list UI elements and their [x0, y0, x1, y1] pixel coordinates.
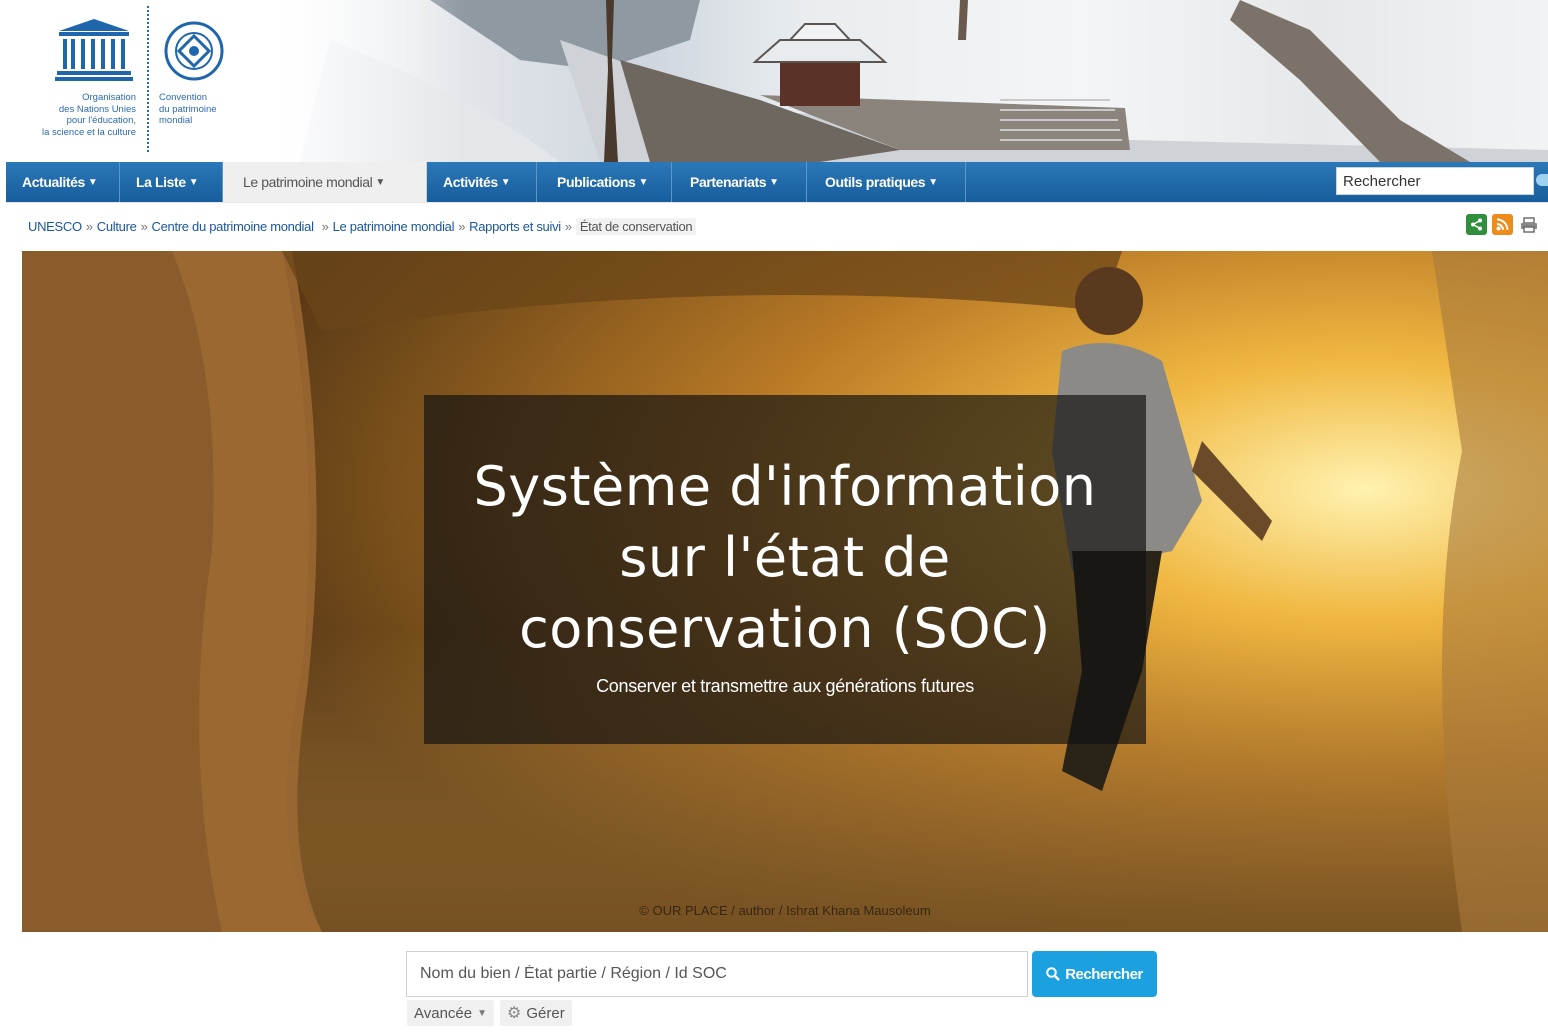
breadcrumb-centre-du-patrimoine-mondial[interactable]: Centre du patrimoine mondial — [152, 219, 314, 234]
hero-title: Système d'information sur l'état de cons… — [473, 455, 1097, 660]
nav-item-le-patrimoine-mondial[interactable]: Le patrimoine mondial ▼ — [223, 162, 427, 202]
hero-banner: Système d'information sur l'état de cons… — [22, 251, 1548, 932]
hero-title-box: Système d'information sur l'état de cons… — [424, 395, 1146, 744]
chevron-down-icon: ▼ — [477, 1007, 488, 1019]
soc-search-button[interactable]: Rechercher — [1032, 951, 1157, 997]
chevron-down-icon: ▼ — [87, 176, 98, 188]
search-options: Avancée ▼ ⚙ Gérer — [407, 1000, 572, 1026]
gear-icon: ⚙ — [507, 1005, 522, 1022]
site-search-input[interactable] — [1336, 167, 1534, 195]
chevron-down-icon: ▼ — [188, 176, 199, 188]
nav-item-activites[interactable]: Activités ▼ — [427, 162, 537, 202]
search-icon — [1046, 967, 1061, 981]
breadcrumb-le-patrimoine-mondial[interactable]: Le patrimoine mondial — [333, 219, 455, 234]
manage-button[interactable]: ⚙ Gérer — [500, 1000, 572, 1026]
breadcrumb-culture[interactable]: Culture — [97, 219, 137, 234]
chevron-down-icon: ▼ — [769, 176, 779, 188]
print-icon[interactable] — [1518, 214, 1539, 235]
breadcrumb-rapports-et-suivi[interactable]: Rapports et suivi — [469, 219, 561, 234]
soc-search-input[interactable] — [406, 951, 1028, 997]
unesco-temple-logo-icon[interactable] — [55, 17, 133, 83]
search-button-icon[interactable] — [1536, 174, 1548, 186]
chevron-down-icon: ▼ — [928, 176, 938, 188]
advanced-search-toggle[interactable]: Avancée ▼ — [407, 1000, 495, 1026]
page-tools — [1466, 214, 1539, 235]
whc-caption: Convention du patrimoine mondial — [159, 92, 217, 126]
breadcrumb-divider — [6, 202, 1548, 203]
logo-separator — [147, 6, 149, 152]
site-header: Organisation des Nations Unies pour l'éd… — [0, 0, 1548, 162]
nav-item-actualites[interactable]: Actualités ▼ — [6, 162, 120, 202]
nav-item-partenariats[interactable]: Partenariats ▼ — [672, 162, 807, 202]
photo-credit: © OUR PLACE / author / Ishrat Khana Maus… — [639, 903, 931, 918]
chevron-down-icon: ▼ — [500, 176, 511, 188]
rss-icon[interactable] — [1492, 214, 1513, 235]
chevron-down-icon: ▼ — [638, 176, 648, 188]
nav-item-la-liste[interactable]: La Liste ▼ — [120, 162, 223, 202]
world-heritage-emblem-icon[interactable] — [163, 20, 225, 82]
logo-area[interactable]: Organisation des Nations Unies pour l'éd… — [0, 0, 260, 162]
share-icon[interactable] — [1466, 214, 1487, 235]
unesco-caption: Organisation des Nations Unies pour l'éd… — [42, 92, 136, 138]
breadcrumb: UNESCO» Culture» Centre du patrimoine mond… — [28, 218, 697, 235]
chevron-down-icon: ▼ — [375, 176, 385, 188]
breadcrumb-current: État de conservation — [575, 218, 697, 235]
main-navigation: Actualités ▼ La Liste ▼ Le patrimoine mond… — [6, 162, 1548, 202]
breadcrumb-unesco[interactable]: UNESCO — [28, 219, 82, 234]
nav-item-publications[interactable]: Publications ▼ — [537, 162, 672, 202]
hero-subtitle: Conserver et transmettre aux générations… — [596, 676, 974, 696]
nav-item-outils-pratiques[interactable]: Outils pratiques ▼ — [807, 162, 966, 202]
